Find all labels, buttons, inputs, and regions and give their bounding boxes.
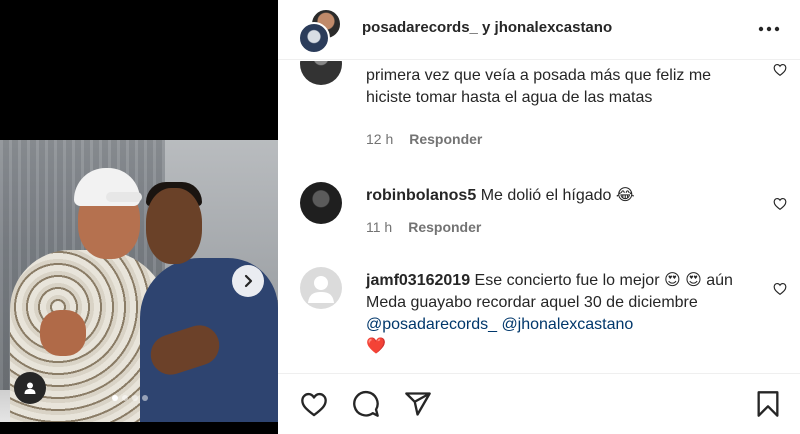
- post-authors[interactable]: posadarecords_ y jhonalexcastano: [362, 19, 612, 36]
- mention-link[interactable]: @jhonalexcastano: [501, 316, 633, 333]
- carousel-indicator: [112, 395, 148, 401]
- tagged-users-button[interactable]: [14, 372, 46, 404]
- comment-text: primera vez que veía a posada más que fe…: [366, 67, 712, 106]
- comment-like-button[interactable]: [770, 278, 790, 298]
- carousel-next-button[interactable]: [232, 265, 264, 297]
- post-media: [0, 0, 278, 434]
- avatar[interactable]: [298, 22, 330, 54]
- comment-button[interactable]: [350, 388, 382, 420]
- heart-icon: [773, 197, 787, 210]
- avatar[interactable]: [300, 267, 342, 309]
- heart-icon: [773, 63, 787, 76]
- default-avatar-icon: [308, 276, 334, 303]
- mention-link[interactable]: @posadarecords_: [366, 316, 497, 333]
- like-button[interactable]: [298, 388, 330, 420]
- avatar[interactable]: [300, 61, 342, 85]
- comment-like-button[interactable]: [770, 193, 790, 213]
- more-horizontal-icon: [758, 26, 780, 32]
- comment-emoji: 😍 😍: [663, 272, 702, 289]
- comment-time: 12 h: [366, 131, 394, 147]
- heart-icon: [773, 282, 787, 295]
- user-icon: [24, 382, 36, 394]
- comment-time: 11 h: [366, 219, 393, 235]
- chevron-right-icon: [244, 274, 253, 288]
- comment-username[interactable]: robinbolanos5: [366, 187, 476, 204]
- post-actions: [278, 373, 800, 434]
- comments-list: primera vez que veía a posada más que fe…: [278, 61, 800, 373]
- heart-icon: [301, 392, 327, 417]
- save-button[interactable]: [752, 388, 784, 420]
- comment-text: Me dolió el hígado: [480, 187, 612, 204]
- comment-like-button[interactable]: [770, 61, 790, 79]
- post-header: posadarecords_ y jhonalexcastano: [278, 0, 800, 60]
- avatar[interactable]: [300, 182, 342, 224]
- avatar-stack[interactable]: [298, 8, 346, 56]
- share-button[interactable]: [402, 388, 434, 420]
- list-item: robinbolanos5 Me dolió el hígado 😂 11 h …: [300, 182, 787, 242]
- list-item: primera vez que veía a posada más que fe…: [300, 61, 787, 153]
- bookmark-icon: [757, 391, 779, 417]
- list-item: jamf03162019 Ese concierto fue lo mejor …: [300, 267, 787, 373]
- comment-emoji: ❤️: [366, 338, 386, 355]
- reply-button[interactable]: Responder: [408, 219, 481, 235]
- comment-icon: [353, 390, 379, 417]
- comment-text: Ese concierto fue lo mejor: [474, 272, 660, 289]
- share-icon: [405, 392, 431, 416]
- reply-button[interactable]: Responder: [409, 131, 482, 147]
- comment-username[interactable]: jamf03162019: [366, 272, 470, 289]
- more-options-button[interactable]: [756, 16, 782, 42]
- post-panel: posadarecords_ y jhonalexcastano primera…: [278, 0, 800, 434]
- comment-emoji: 😂: [615, 187, 635, 204]
